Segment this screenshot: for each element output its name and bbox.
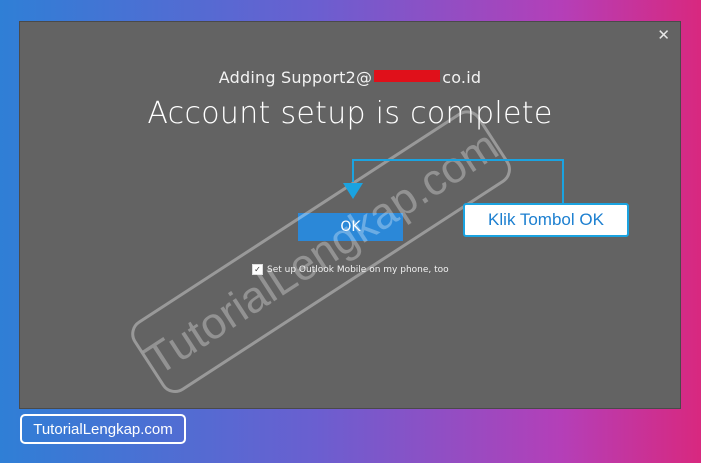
callout-label: Klik Tombol OK	[463, 203, 629, 237]
watermark: TutorialLengkap.com	[131, 110, 511, 394]
arrow-down-icon	[343, 183, 363, 199]
brand-badge: TutorialLengkap.com	[20, 414, 186, 444]
